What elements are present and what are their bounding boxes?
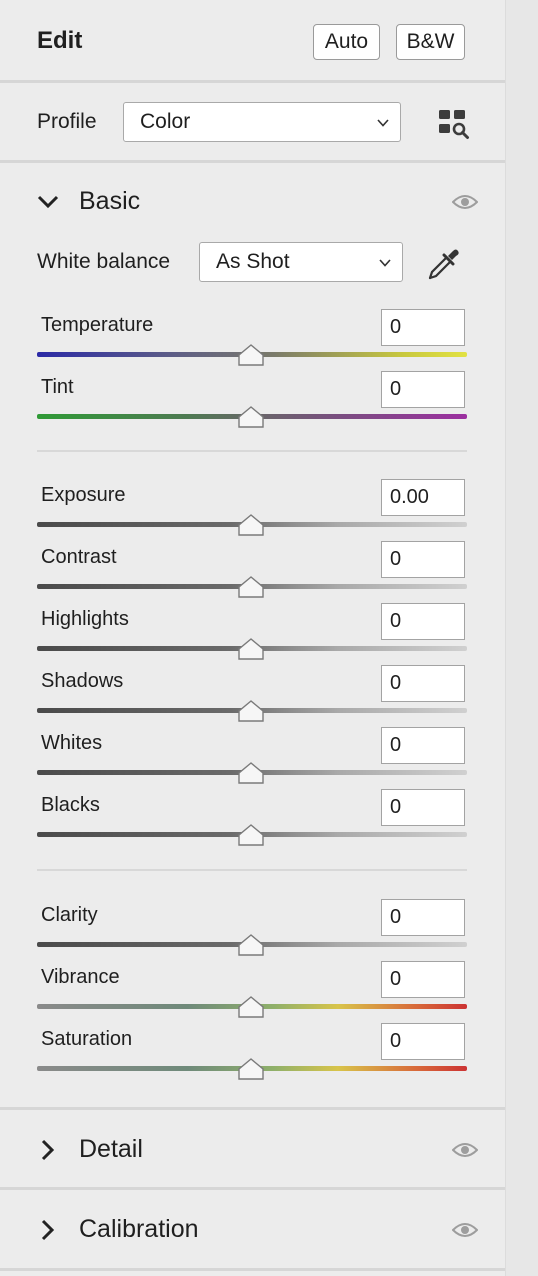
tint-input[interactable]: 0	[381, 371, 465, 408]
panel-scrollbar[interactable]	[505, 0, 538, 1276]
tint-label: Tint	[41, 376, 74, 398]
edit-panel: Edit Auto B&W Profile Color Basic White …	[0, 0, 505, 1276]
basic-section-header[interactable]: Basic	[37, 187, 477, 217]
saturation-slider-thumb[interactable]	[238, 1058, 264, 1080]
highlights-label: Highlights	[41, 608, 129, 630]
whites-input[interactable]: 0	[381, 727, 465, 764]
blacks-input[interactable]: 0	[381, 789, 465, 826]
divider	[0, 160, 505, 163]
temperature-slider-thumb[interactable]	[238, 344, 264, 366]
profile-select-value: Color	[140, 110, 191, 133]
contrast-slider-thumb[interactable]	[238, 576, 264, 598]
chevron-down-icon	[379, 259, 391, 267]
tint-slider-thumb[interactable]	[238, 406, 264, 428]
profile-select[interactable]: Color	[123, 102, 401, 142]
chevron-right-icon	[41, 1139, 55, 1161]
saturation-input[interactable]: 0	[381, 1023, 465, 1060]
chevron-down-icon	[377, 119, 389, 127]
clarity-input[interactable]: 0	[381, 899, 465, 936]
clarity-slider-thumb[interactable]	[238, 934, 264, 956]
contrast-label: Contrast	[41, 546, 117, 568]
saturation-label: Saturation	[41, 1028, 133, 1050]
bw-button[interactable]: B&W	[396, 24, 465, 60]
blacks-label: Blacks	[41, 794, 100, 816]
clarity-label: Clarity	[41, 904, 98, 926]
divider	[0, 80, 505, 83]
temperature-input[interactable]: 0	[381, 309, 465, 346]
blacks-slider-thumb[interactable]	[238, 824, 264, 846]
shadows-label: Shadows	[41, 670, 124, 692]
detail-section-title: Detail	[79, 1135, 143, 1163]
whites-label: Whites	[41, 732, 103, 754]
profile-browser-icon[interactable]	[438, 108, 470, 140]
vibrance-slider-thumb[interactable]	[238, 996, 264, 1018]
exposure-label: Exposure	[41, 484, 126, 506]
vibrance-label: Vibrance	[41, 966, 120, 988]
auto-button[interactable]: Auto	[313, 24, 380, 60]
whites-slider-thumb[interactable]	[238, 762, 264, 784]
eye-icon[interactable]	[452, 193, 478, 211]
divider	[37, 869, 467, 871]
eyedropper-icon[interactable]	[424, 242, 460, 282]
contrast-input[interactable]: 0	[381, 541, 465, 578]
highlights-input[interactable]: 0	[381, 603, 465, 640]
eye-icon[interactable]	[452, 1141, 478, 1159]
eye-icon[interactable]	[452, 1221, 478, 1239]
white-balance-label: White balance	[37, 250, 171, 273]
shadows-input[interactable]: 0	[381, 665, 465, 702]
divider	[0, 1187, 505, 1190]
profile-label: Profile	[37, 110, 97, 133]
chevron-right-icon	[41, 1219, 55, 1241]
white-balance-select[interactable]: As Shot	[199, 242, 403, 282]
highlights-slider-thumb[interactable]	[238, 638, 264, 660]
white-balance-value: As Shot	[216, 250, 290, 273]
calibration-section-header[interactable]: Calibration	[37, 1215, 477, 1245]
panel-title: Edit	[37, 27, 83, 54]
chevron-down-icon	[37, 195, 59, 209]
exposure-slider-thumb[interactable]	[238, 514, 264, 536]
exposure-input[interactable]: 0.00	[381, 479, 465, 516]
detail-section-header[interactable]: Detail	[37, 1135, 477, 1165]
shadows-slider-thumb[interactable]	[238, 700, 264, 722]
vibrance-input[interactable]: 0	[381, 961, 465, 998]
divider	[0, 1268, 505, 1271]
divider	[0, 1107, 505, 1110]
basic-section-title: Basic	[79, 187, 141, 215]
divider	[37, 450, 467, 452]
temperature-label: Temperature	[41, 314, 154, 336]
calibration-section-title: Calibration	[79, 1215, 199, 1243]
